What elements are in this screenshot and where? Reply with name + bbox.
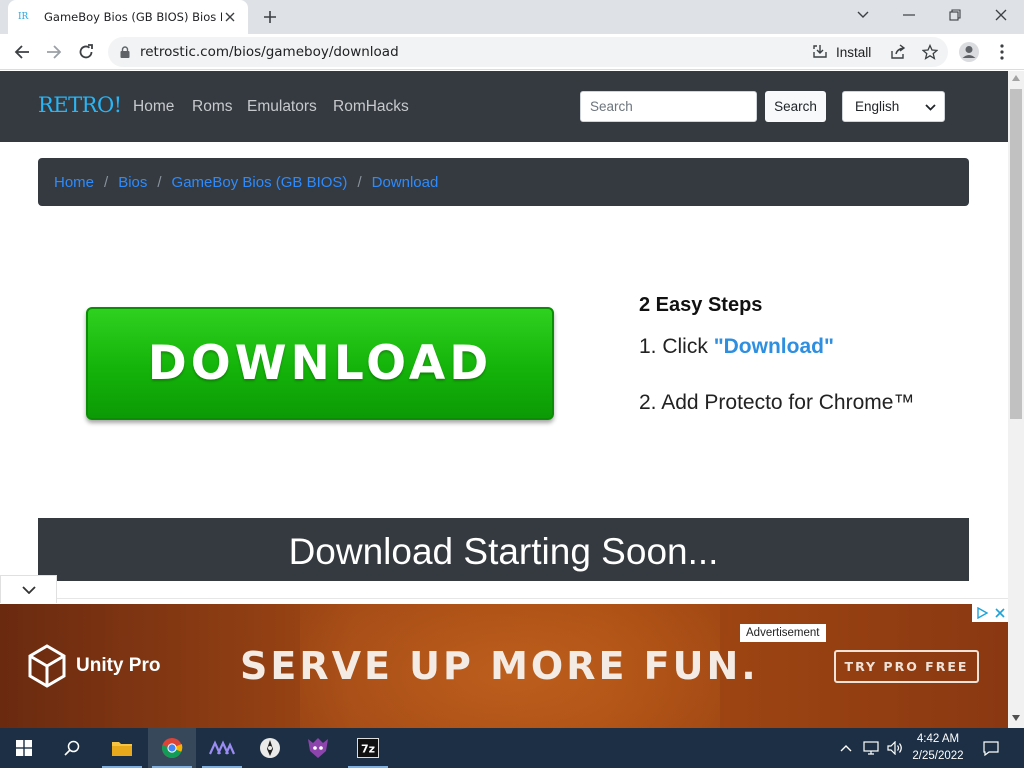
step-one: 1. Click "Download": [639, 335, 834, 359]
chevron-up-icon: [840, 744, 852, 751]
breadcrumb-separator: /: [104, 173, 109, 191]
nav-link-emulators[interactable]: Emulators: [247, 98, 317, 116]
start-button[interactable]: [0, 728, 48, 768]
taskbar-7zip[interactable]: 7z: [344, 728, 392, 768]
screen: IR GameBoy Bios (GB BIOS) Bios Do retros…: [0, 0, 1024, 768]
nav-link-roms[interactable]: Roms: [192, 98, 232, 116]
reload-button[interactable]: [71, 37, 101, 67]
windows-taskbar: 7z 4:42 AM 2/25/2022: [0, 728, 1024, 768]
tab-search-icon[interactable]: [840, 0, 886, 30]
breadcrumb-home[interactable]: Home: [54, 174, 94, 191]
volume-icon[interactable]: [884, 728, 906, 768]
profile-avatar-icon[interactable]: [956, 39, 982, 65]
breadcrumb: Home / Bios / GameBoy Bios (GB BIOS) / D…: [38, 158, 969, 206]
steps-title: 2 Easy Steps: [639, 294, 763, 316]
file-explorer-icon: [112, 742, 132, 756]
language-value: English: [855, 99, 900, 114]
forward-button[interactable]: [39, 37, 69, 67]
clock-date: 2/25/2022: [912, 750, 964, 762]
adchoices-icon[interactable]: [976, 607, 988, 619]
breadcrumb-separator: /: [357, 173, 362, 191]
new-tab-button[interactable]: [258, 6, 282, 28]
bookmark-star-icon[interactable]: [917, 39, 943, 65]
breadcrumb-bios[interactable]: Bios: [118, 174, 147, 191]
favicon-icon: IR: [18, 12, 29, 22]
download-button[interactable]: DOWNLOAD: [86, 307, 554, 420]
scrollbar-thumb[interactable]: [1010, 89, 1022, 419]
ad-headline: SERVE UP MORE FUN.: [240, 644, 759, 688]
download-status-text: Download Starting Soon...: [288, 530, 719, 572]
close-tab-icon[interactable]: [222, 9, 238, 25]
app-icon: [260, 738, 280, 758]
scroll-down-icon[interactable]: [1012, 715, 1020, 721]
chrome-icon: [161, 738, 183, 759]
windows-start-icon: [16, 740, 32, 756]
notifications-icon[interactable]: [976, 728, 1006, 768]
ad-cta-button[interactable]: TRY PRO FREE: [834, 650, 979, 683]
install-icon: [812, 43, 828, 62]
unity-logo-icon: [28, 644, 66, 688]
minimize-button[interactable]: [886, 0, 932, 30]
7zip-icon: 7z: [357, 738, 379, 758]
taskbar-app-3[interactable]: [294, 728, 342, 768]
chevron-down-icon: [925, 99, 936, 114]
install-label: Install: [836, 44, 872, 60]
breadcrumb-download[interactable]: Download: [372, 174, 439, 191]
page-scrollbar[interactable]: [1008, 71, 1024, 728]
ad-label: Advertisement: [740, 624, 826, 642]
step-one-text: 1. Click: [639, 335, 714, 358]
taskbar-search-button[interactable]: [48, 728, 96, 768]
menu-icon[interactable]: [989, 39, 1015, 65]
back-button[interactable]: [7, 37, 37, 67]
taskbar-file-explorer[interactable]: [98, 728, 146, 768]
breadcrumb-gameboy-bios[interactable]: GameBoy Bios (GB BIOS): [172, 174, 348, 191]
svg-text:7z: 7z: [361, 743, 375, 756]
close-window-button[interactable]: [978, 0, 1024, 30]
tab-title: GameBoy Bios (GB BIOS) Bios Do: [44, 10, 222, 24]
nav-link-home[interactable]: Home: [133, 98, 174, 116]
site-search-button[interactable]: Search: [765, 91, 826, 122]
site-logo[interactable]: RETRO!: [38, 93, 122, 117]
app-icon: [308, 738, 328, 758]
download-status-banner: Download Starting Soon...: [38, 518, 969, 581]
ad-choices[interactable]: [972, 604, 1008, 622]
tray-overflow-button[interactable]: [836, 728, 856, 768]
download-button-label: DOWNLOAD: [147, 336, 493, 391]
search-icon: [64, 740, 80, 756]
app-icon: [209, 740, 235, 755]
install-button[interactable]: Install: [812, 37, 871, 67]
ad-close-icon[interactable]: [994, 608, 1005, 618]
nav-link-romhacks[interactable]: RomHacks: [333, 98, 409, 116]
chevron-down-icon: [21, 585, 36, 594]
scroll-up-icon[interactable]: [1012, 75, 1020, 81]
restore-button[interactable]: [932, 0, 978, 30]
ad-collapse-button[interactable]: [0, 575, 57, 603]
advertisement-banner[interactable]: Unity Pro SERVE UP MORE FUN. TRY PRO FRE…: [0, 604, 1008, 728]
taskbar-app-2[interactable]: [246, 728, 294, 768]
language-select[interactable]: English: [842, 91, 945, 122]
system-clock[interactable]: 4:42 AM 2/25/2022: [905, 731, 971, 765]
step-one-link[interactable]: "Download": [714, 335, 834, 358]
lock-icon[interactable]: [120, 43, 130, 62]
url-text: retrostic.com/bios/gameboy/download: [140, 44, 399, 60]
site-navbar: RETRO! Home Roms Emulators RomHacks Sear…: [0, 71, 1008, 142]
browser-tab[interactable]: IR GameBoy Bios (GB BIOS) Bios Do: [8, 0, 248, 34]
step-two: 2. Add Protecto for Chrome™: [639, 391, 915, 414]
site-search-input[interactable]: Search: [580, 91, 757, 122]
network-icon[interactable]: [860, 728, 882, 768]
ad-brand: Unity Pro: [76, 655, 161, 676]
browser-toolbar: retrostic.com/bios/gameboy/download Inst…: [0, 34, 1024, 70]
share-icon[interactable]: [885, 39, 911, 65]
tab-strip: IR GameBoy Bios (GB BIOS) Bios Do: [0, 0, 1024, 34]
breadcrumb-separator: /: [157, 173, 162, 191]
taskbar-chrome[interactable]: [148, 728, 196, 768]
clock-time: 4:42 AM: [916, 733, 960, 745]
taskbar-app-1[interactable]: [198, 728, 246, 768]
